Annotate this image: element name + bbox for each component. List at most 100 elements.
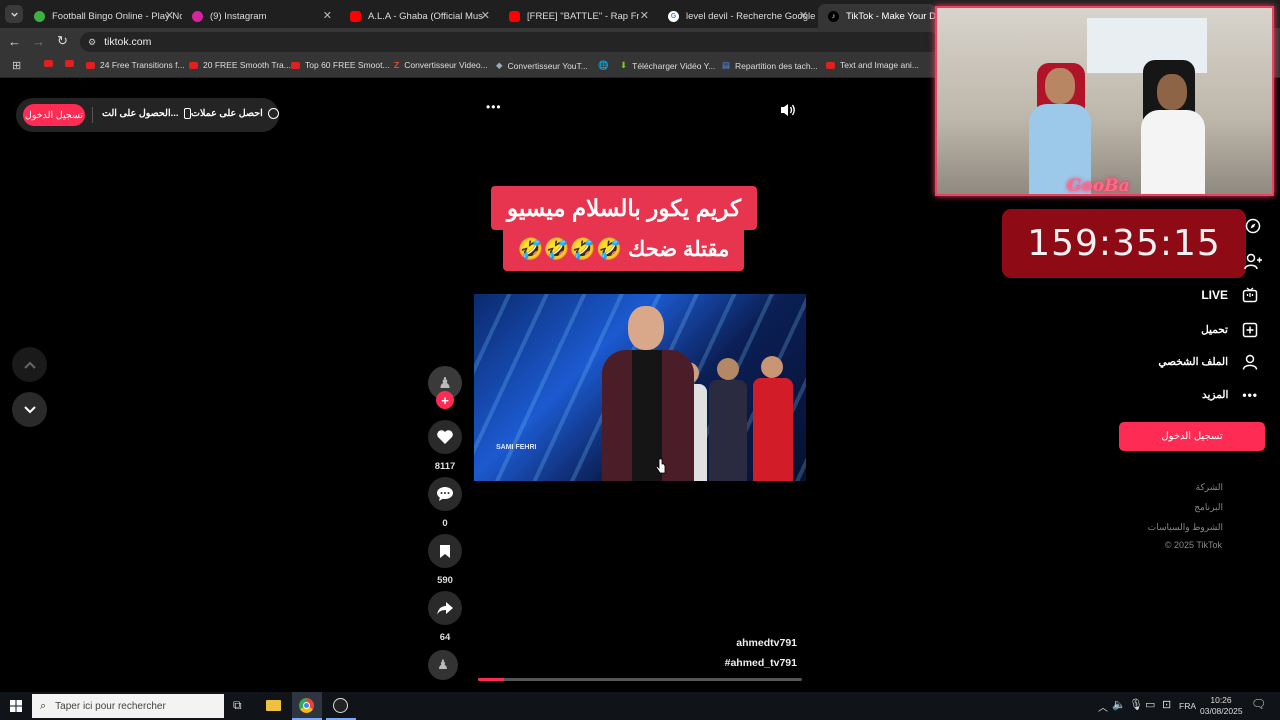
sidebar-login-button[interactable]: تسجيل الدخول <box>1119 422 1265 451</box>
next-video-button[interactable] <box>12 392 47 427</box>
get-app-button[interactable]: الحصول على الت... <box>102 108 191 119</box>
reload-button[interactable]: ↻ <box>57 33 68 49</box>
football-favicon-icon <box>34 10 45 22</box>
nav-profile-label: الملف الشخصي <box>1158 356 1228 368</box>
bookmark-item[interactable]: Top 60 FREE Smoot... <box>291 60 390 70</box>
bookmark-label: Repartition des tach... <box>735 60 818 71</box>
tab-tiktok[interactable]: ♪ TikTok - Make Your Day <box>818 4 936 28</box>
bookmark-label: Top 60 FREE Smoot... <box>305 60 390 70</box>
follow-plus-button[interactable]: + <box>436 391 454 409</box>
tab-title: level devil - Recherche Google <box>686 10 816 22</box>
microphone-tray-icon[interactable]: 🎙 <box>1129 698 1143 711</box>
tab-search-button[interactable] <box>5 5 23 23</box>
chrome-taskbar-icon[interactable] <box>292 692 322 720</box>
close-tab-icon[interactable]: ✕ <box>640 9 649 22</box>
task-view-icon[interactable]: ⧉ <box>233 698 242 713</box>
windows-taskbar: ⌕ Taper ici pour rechercher ⧉ ︿ 🔈 🎙 ▭ ⊡ … <box>0 692 1280 720</box>
previous-video-button[interactable] <box>12 347 47 382</box>
footer-terms-link[interactable]: الشروط والسياسات <box>1148 522 1223 533</box>
battery-tray-icon[interactable]: ⊡ <box>1162 698 1171 711</box>
tab-battle-freestyle[interactable]: [FREE] "BATTLE" - Rap Freestyle ✕ <box>499 4 657 28</box>
bookmark-item[interactable]: 24 Free Transitions f... <box>86 60 185 70</box>
volume-icon[interactable] <box>779 102 797 118</box>
youtube-icon <box>44 60 53 67</box>
footer-copyright: © 2025 TikTok <box>1164 540 1222 550</box>
video-progress-fill <box>478 678 504 681</box>
nav-more[interactable]: المزيد ••• <box>1202 388 1258 402</box>
bookmark-item[interactable]: Z Convertisseur Video... <box>394 60 488 70</box>
windows-start-icon[interactable] <box>10 700 22 712</box>
bookmark-item[interactable]: 20 FREE Smooth Tra... <box>189 60 291 70</box>
share-button[interactable]: 64 <box>428 591 462 643</box>
forward-button[interactable]: → <box>32 34 45 49</box>
show-hidden-icons[interactable]: ︿ <box>1098 699 1108 714</box>
share-icon <box>428 591 462 625</box>
youtube-icon <box>826 61 835 69</box>
clock[interactable]: 10:26 03/08/2025 <box>1200 695 1243 717</box>
site-info-icon[interactable]: ⚙ <box>88 37 96 48</box>
clock-time: 10:26 <box>1210 695 1232 705</box>
close-tab-icon[interactable]: ✕ <box>165 9 174 22</box>
speaker-tray-icon[interactable]: 🔈 <box>1112 698 1126 711</box>
compass-coin-icon <box>267 108 279 119</box>
bookmark-item[interactable]: ◆ Convertisseur YouT... <box>496 60 588 71</box>
bookmark-item[interactable] <box>44 60 58 67</box>
bookmark-item[interactable]: 🌐 <box>598 60 614 71</box>
obs-taskbar-icon[interactable] <box>326 692 356 720</box>
bookmark-item[interactable]: ▤ Repartition des tach... <box>722 60 818 71</box>
youtube-icon <box>65 60 74 67</box>
following-user-icon[interactable] <box>1244 253 1262 270</box>
video-player[interactable]: SAMI FEHRI <box>474 294 806 481</box>
converter-icon: ◆ <box>496 60 503 70</box>
get-coins-button[interactable]: احصل على عملات <box>191 108 279 119</box>
explore-compass-icon[interactable] <box>1245 218 1261 234</box>
comment-count: 0 <box>442 518 448 529</box>
bookmark-item[interactable]: ⬇ Télécharger Vidéo Y... <box>620 60 715 71</box>
save-button[interactable]: 590 <box>428 534 462 586</box>
top-action-pill: تسجيل الدخول الحصول على الت... احصل على … <box>16 98 279 132</box>
bookmark-label: Télécharger Vidéo Y... <box>632 60 716 71</box>
login-button-top[interactable]: تسجيل الدخول <box>23 104 85 126</box>
clock-date: 03/08/2025 <box>1200 706 1243 716</box>
bookmark-label: Convertisseur Video... <box>404 60 488 70</box>
close-tab-icon[interactable]: ✕ <box>481 9 490 22</box>
like-count: 8117 <box>434 461 456 472</box>
file-explorer-icon[interactable] <box>266 700 281 711</box>
music-disc[interactable]: ♟ <box>428 650 458 680</box>
phone-icon <box>183 108 191 119</box>
back-button[interactable]: ← <box>8 34 21 49</box>
taskbar-search-box[interactable]: ⌕ Taper ici pour rechercher <box>32 694 224 718</box>
apps-grid-icon[interactable]: ⊞ <box>12 59 21 72</box>
like-button[interactable]: 8117 <box>428 420 462 472</box>
bookmark-label: 20 FREE Smooth Tra... <box>203 60 291 70</box>
profile-user-icon <box>1242 354 1258 370</box>
webcam-overlay: GooBa <box>935 6 1274 196</box>
nav-live[interactable]: LIVE <box>1201 287 1258 303</box>
youtube-icon <box>189 61 198 69</box>
video-hashtag[interactable]: #ahmed_tv791 <box>725 657 797 669</box>
nav-upload[interactable]: تحميل <box>1201 322 1258 338</box>
footer-company-link[interactable]: الشركة <box>1196 482 1223 493</box>
notification-center-icon[interactable]: 🗨 <box>1251 697 1266 711</box>
comment-button[interactable]: 0 <box>428 477 462 529</box>
language-indicator[interactable]: FRA <box>1179 701 1196 711</box>
close-tab-icon[interactable]: ✕ <box>323 9 332 22</box>
tab-level-devil[interactable]: G level devil - Recherche Google ✕ <box>658 4 816 28</box>
footer-program-link[interactable]: البرنامج <box>1194 502 1223 513</box>
tab-instagram[interactable]: (9) Instagram ✕ <box>182 4 340 28</box>
tab-ala-ghaba[interactable]: A.L.A - Ghaba (Official Music Vi ✕ <box>340 4 498 28</box>
video-author[interactable]: ahmedtv791 <box>736 637 797 649</box>
video-progress-track[interactable] <box>478 678 802 681</box>
caption-banner-line2: مقتلة ضحك 🤣🤣🤣🤣 <box>503 228 744 271</box>
taskbar-search-placeholder: Taper ici pour rechercher <box>55 700 166 712</box>
more-options-button[interactable]: ••• <box>486 100 502 114</box>
nav-profile[interactable]: الملف الشخصي <box>1158 354 1258 370</box>
bookmark-item[interactable]: Text and Image ani... <box>826 60 919 70</box>
mouse-cursor-icon <box>655 458 666 474</box>
bookmark-item[interactable] <box>65 60 79 67</box>
url-field[interactable]: ⚙ tiktok.com <box>80 32 940 52</box>
network-tray-icon[interactable]: ▭ <box>1145 698 1155 711</box>
close-tab-icon[interactable]: ✕ <box>799 9 808 22</box>
tab-football-bingo[interactable]: Football Bingo Online - Play No ✕ <box>24 4 182 28</box>
caption-text-2: مقتلة ضحك 🤣🤣🤣🤣 <box>517 238 730 261</box>
